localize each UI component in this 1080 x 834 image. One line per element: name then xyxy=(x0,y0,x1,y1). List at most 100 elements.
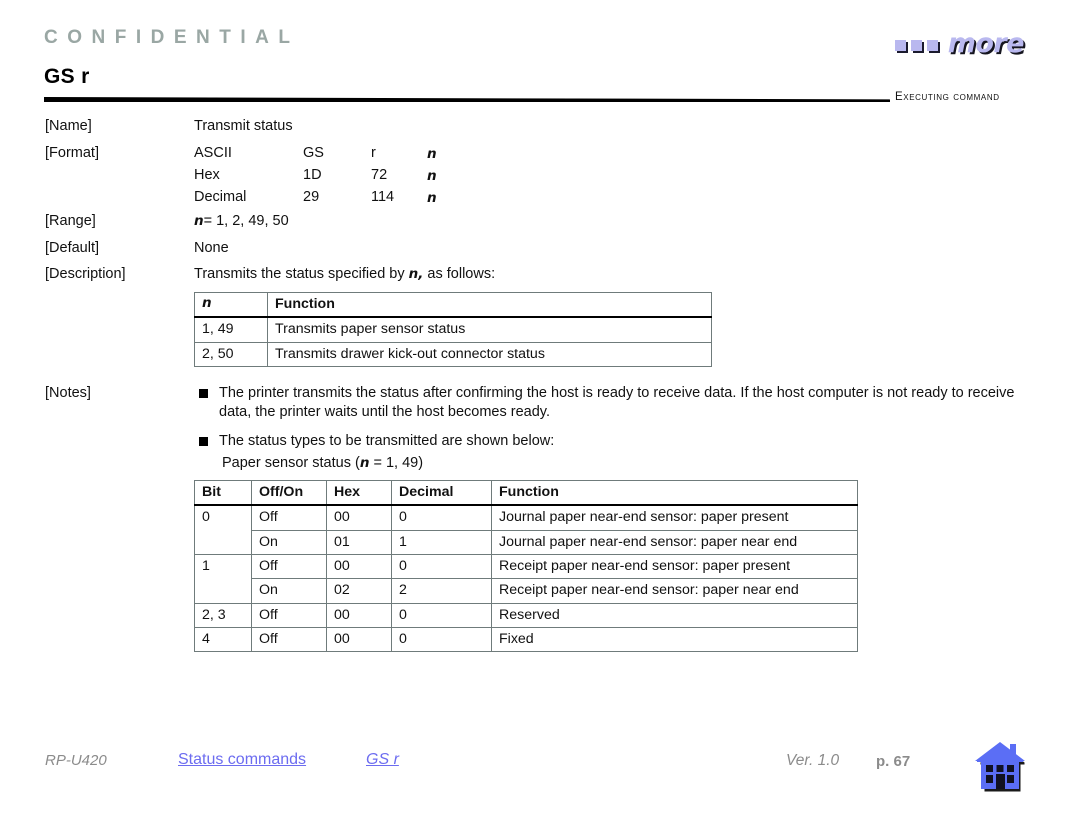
format-hex-c: n xyxy=(427,168,437,184)
bit-value: 1 xyxy=(194,553,252,604)
function-value: Fixed xyxy=(491,626,858,653)
decimal-value: 0 xyxy=(391,504,492,531)
page-title: GS r xyxy=(44,65,90,88)
hex-value: 00 xyxy=(326,602,392,628)
decimal-col-header: Decimal xyxy=(391,480,492,507)
description-prefix: Transmits the status specified by xyxy=(194,266,409,282)
offon-value: On xyxy=(251,578,327,604)
hex-value: 00 xyxy=(326,504,392,531)
footer-command-link[interactable]: GS r xyxy=(366,751,399,769)
house-icon[interactable] xyxy=(972,738,1029,792)
bit-col-header: Bit xyxy=(194,480,252,507)
bit-value: 4 xyxy=(194,626,252,653)
function-value: Reserved xyxy=(491,602,858,628)
function-value: Journal paper near-end sensor: paper pre… xyxy=(491,504,858,531)
offon-value: On xyxy=(251,529,327,555)
format-ascii-c: n xyxy=(427,146,437,162)
function-value: Receipt paper near-end sensor: paper nea… xyxy=(491,578,858,604)
notes-list: The printer transmits the status after c… xyxy=(199,384,1027,460)
section-tag: Executing command xyxy=(895,91,1000,103)
header-divider xyxy=(44,97,890,102)
n-value: 2, 50 xyxy=(194,341,268,367)
decimal-value: 0 xyxy=(391,626,492,653)
decimal-value: 0 xyxy=(391,553,492,580)
offon-value: Off xyxy=(251,602,327,628)
footer-page-number: p. 67 xyxy=(876,753,911,770)
n-function-table: n Function 1, 49 Transmits paper sensor … xyxy=(194,292,712,367)
decimal-value: 0 xyxy=(391,602,492,628)
confidential-watermark: CONFIDENTIAL xyxy=(44,27,300,48)
hex-col-header: Hex xyxy=(326,480,392,507)
notes-label: [Notes] xyxy=(45,385,91,401)
format-decimal-c: n xyxy=(427,190,437,206)
default-value: None xyxy=(194,240,229,256)
house-icon-svg xyxy=(975,742,1025,792)
format-hex-b: 72 xyxy=(371,167,388,183)
hex-value: 00 xyxy=(326,626,392,653)
caption-prefix: Paper sensor status ( xyxy=(222,455,360,471)
description-label: [Description] xyxy=(45,266,126,282)
table-header-row: Bit Off/On Hex Decimal Function xyxy=(194,480,858,507)
format-label: [Format] xyxy=(45,145,99,161)
offon-value: Off xyxy=(251,504,327,531)
note-text: The status types to be transmitted are s… xyxy=(219,432,555,449)
list-item: The status types to be transmitted are s… xyxy=(199,432,1027,451)
format-ascii-b: r xyxy=(371,145,376,161)
caption-variable: n xyxy=(359,455,370,471)
bit-value: 0 xyxy=(194,504,252,555)
n-function: Transmits drawer kick-out connector stat… xyxy=(267,341,712,367)
format-decimal-b: 114 xyxy=(371,189,395,205)
hex-value: 02 xyxy=(326,578,392,604)
square-bullet-icon xyxy=(199,436,208,446)
table-row: On 02 2 Receipt paper near-end sensor: p… xyxy=(195,578,858,604)
default-label: [Default] xyxy=(45,240,99,256)
n-function: Transmits paper sensor status xyxy=(267,316,712,343)
caption-suffix: = 1, 49) xyxy=(369,455,424,471)
footer-section-link[interactable]: Status commands xyxy=(178,751,306,769)
description-text: Transmits the status specified by n, as … xyxy=(194,266,495,282)
range-value: n= 1, 2, 49, 50 xyxy=(194,213,289,229)
function-col-header: Function xyxy=(267,292,712,319)
table-row: 0 Off 00 0 Journal paper near-end sensor… xyxy=(194,504,858,555)
decimal-value: 2 xyxy=(391,578,492,604)
format-hex-a: 1D xyxy=(303,167,322,183)
footer-version: Ver. 1.0 xyxy=(786,752,840,769)
footer-model: RP-U420 xyxy=(45,752,107,769)
table-header-row: n Function xyxy=(194,292,712,319)
name-value: Transmit status xyxy=(194,118,293,134)
offon-value: Off xyxy=(251,626,327,653)
name-label: [Name] xyxy=(45,118,92,134)
description-suffix: as follows: xyxy=(423,266,496,282)
hex-value: 01 xyxy=(326,529,392,555)
function-col-header: Function xyxy=(491,480,858,507)
offon-col-header: Off/On xyxy=(251,480,327,507)
format-type-ascii: ASCII xyxy=(194,145,232,161)
document-page: CONFIDENTIAL more GS r Executing command… xyxy=(0,0,1080,834)
square-bullet-icon xyxy=(199,389,208,398)
range-values: = 1, 2, 49, 50 xyxy=(203,213,289,229)
logo-wordmark: more xyxy=(947,28,1025,59)
table-row: 1, 49 Transmits paper sensor status xyxy=(194,316,712,343)
table-row: 2, 3 Off 00 0 Reserved xyxy=(194,602,858,628)
function-value: Journal paper near-end sensor: paper nea… xyxy=(491,529,858,555)
table-row: 2, 50 Transmits drawer kick-out connecto… xyxy=(194,341,712,367)
logo-squares-icon xyxy=(894,40,938,51)
table-row: 4 Off 00 0 Fixed xyxy=(194,626,858,653)
table-row: 1 Off 00 0 Receipt paper near-end sensor… xyxy=(194,553,858,604)
offon-value: Off xyxy=(251,553,327,580)
format-type-decimal: Decimal xyxy=(194,189,247,205)
range-label: [Range] xyxy=(45,213,96,229)
format-type-hex: Hex xyxy=(194,167,220,183)
description-variable: n, xyxy=(408,266,424,282)
note-text: The printer transmits the status after c… xyxy=(219,385,1015,421)
range-variable: n xyxy=(194,213,204,229)
paper-sensor-caption: Paper sensor status (n = 1, 49) xyxy=(222,455,423,471)
format-decimal-a: 29 xyxy=(303,189,320,205)
n-col-header: n xyxy=(194,292,268,319)
paper-sensor-status-table: Bit Off/On Hex Decimal Function 0 Off 00… xyxy=(194,480,858,653)
hex-value: 00 xyxy=(326,553,392,580)
bit-value: 2, 3 xyxy=(194,602,252,628)
n-value: 1, 49 xyxy=(194,316,268,343)
decimal-value: 1 xyxy=(391,529,492,555)
format-ascii-a: GS xyxy=(303,145,324,161)
